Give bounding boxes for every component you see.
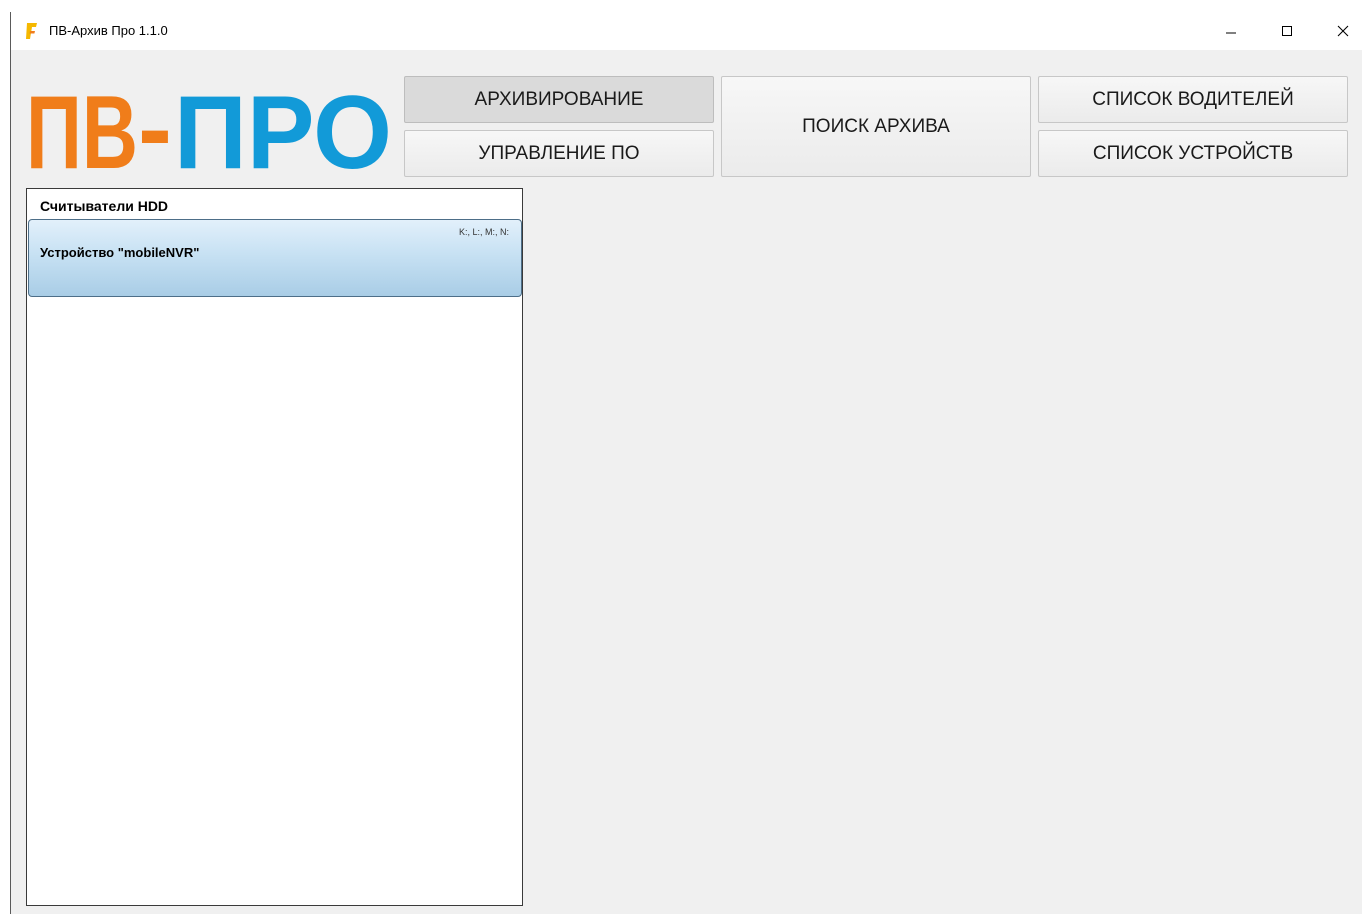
close-button[interactable] [1315,12,1362,50]
panel-title: Считыватели HDD [40,198,169,214]
devices-list-button[interactable]: СПИСОК УСТРОЙСТВ [1038,130,1348,177]
app-window: ПВ-Архив Про 1.1.0 ПВ - ПРО АРХИВИРОВАНИ… [10,12,1362,914]
drivers-list-button[interactable]: СПИСОК ВОДИТЕЛЕЙ [1038,76,1348,123]
window-title: ПВ-Архив Про 1.1.0 [49,23,168,38]
logo-dash: - [138,80,172,176]
device-name: Устройство "mobileNVR" [40,245,200,260]
device-card[interactable]: K:, L:, M:, N: Устройство "mobileNVR" [28,219,522,297]
maximize-button[interactable] [1259,12,1315,50]
hdd-readers-panel: Считыватели HDD K:, L:, M:, N: Устройств… [26,188,523,906]
logo-pro: ПРО [174,80,392,176]
minimize-button[interactable] [1203,12,1259,50]
app-icon [26,23,37,39]
logo-pv: ПВ [26,80,138,176]
software-management-button[interactable]: УПРАВЛЕНИЕ ПО [404,130,714,177]
archive-button[interactable]: АРХИВИРОВАНИЕ [404,76,714,123]
app-logo: ПВ - ПРО [26,80,392,176]
close-icon [1337,25,1349,37]
maximize-icon [1282,26,1292,36]
minimize-icon [1226,32,1236,34]
device-drive-letters: K:, L:, M:, N: [458,227,509,237]
title-bar: ПВ-Архив Про 1.1.0 [11,12,1362,50]
archive-search-button[interactable]: ПОИСК АРХИВА [721,76,1031,177]
